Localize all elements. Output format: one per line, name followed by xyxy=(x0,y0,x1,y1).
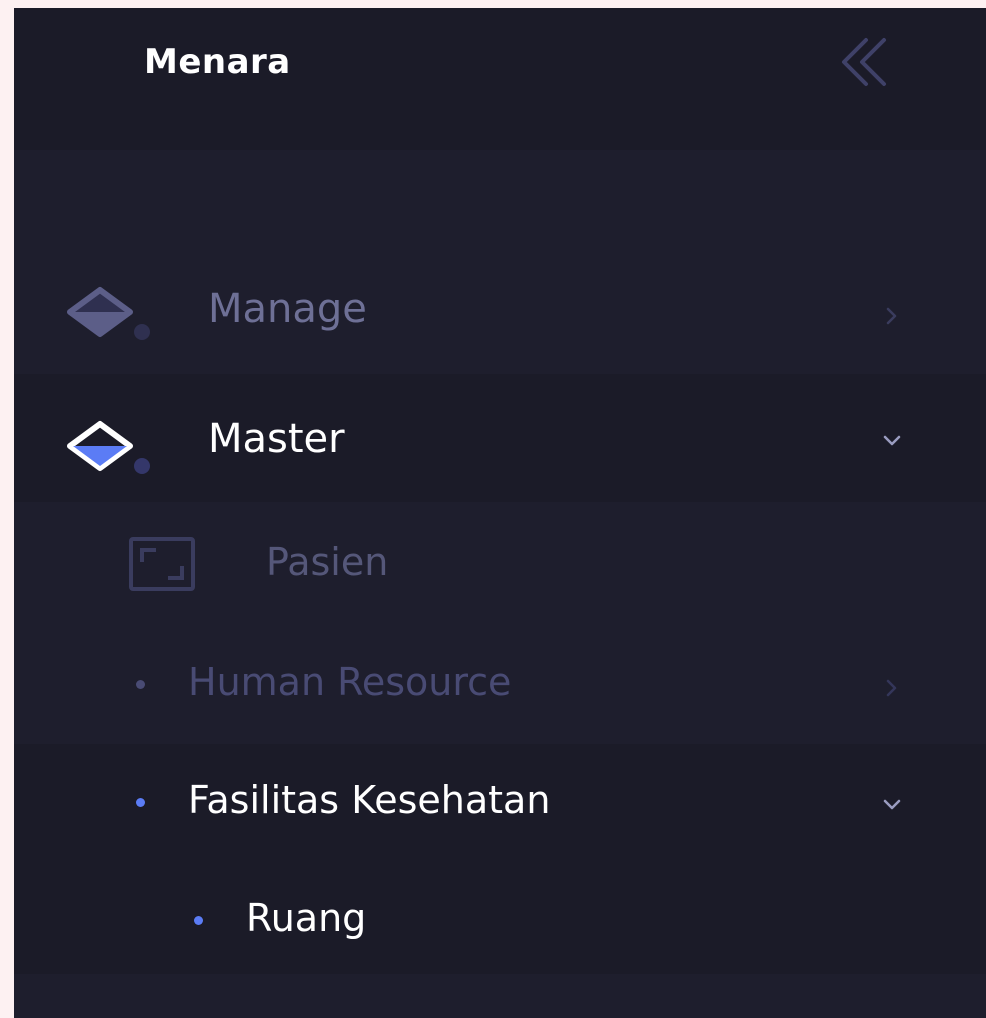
bullet-dot-icon xyxy=(136,798,145,807)
brand-logo-text: Menara xyxy=(144,42,291,82)
chevron-down-icon xyxy=(883,799,901,810)
bullet-dot-icon xyxy=(194,916,203,925)
sidebar-item-label: Manage xyxy=(208,286,367,332)
chevron-right-icon xyxy=(886,679,897,697)
chevron-down-icon xyxy=(883,435,901,446)
sidebar: Menara Manage Master Pasien Human Resour… xyxy=(14,8,986,1018)
sidebar-item-label: Human Resource xyxy=(188,660,512,704)
sidebar-item-master[interactable]: Master xyxy=(14,374,986,502)
frame-icon xyxy=(129,537,195,591)
double-chevron-left-icon xyxy=(842,38,886,86)
sidebar-item-pasien[interactable]: Pasien xyxy=(14,508,986,618)
sidebar-collapse-button[interactable] xyxy=(826,28,896,98)
layers-icon xyxy=(67,287,150,340)
sidebar-item-label: Pasien xyxy=(266,540,389,584)
bullet-dot-icon xyxy=(136,680,145,689)
sidebar-header: Menara xyxy=(14,8,986,150)
sidebar-item-manage[interactable]: Manage xyxy=(14,240,986,368)
sidebar-item-fasilitas-kesehatan[interactable]: Fasilitas Kesehatan xyxy=(14,744,986,864)
sidebar-item-ruang[interactable]: Ruang xyxy=(14,864,986,974)
sidebar-item-label: Master xyxy=(208,416,345,462)
chevron-right-icon xyxy=(886,307,897,325)
sidebar-item-label: Fasilitas Kesehatan xyxy=(188,778,551,822)
layers-icon xyxy=(67,421,150,474)
sidebar-item-human-resource[interactable]: Human Resource xyxy=(14,618,986,744)
sidebar-item-label: Ruang xyxy=(246,896,367,940)
